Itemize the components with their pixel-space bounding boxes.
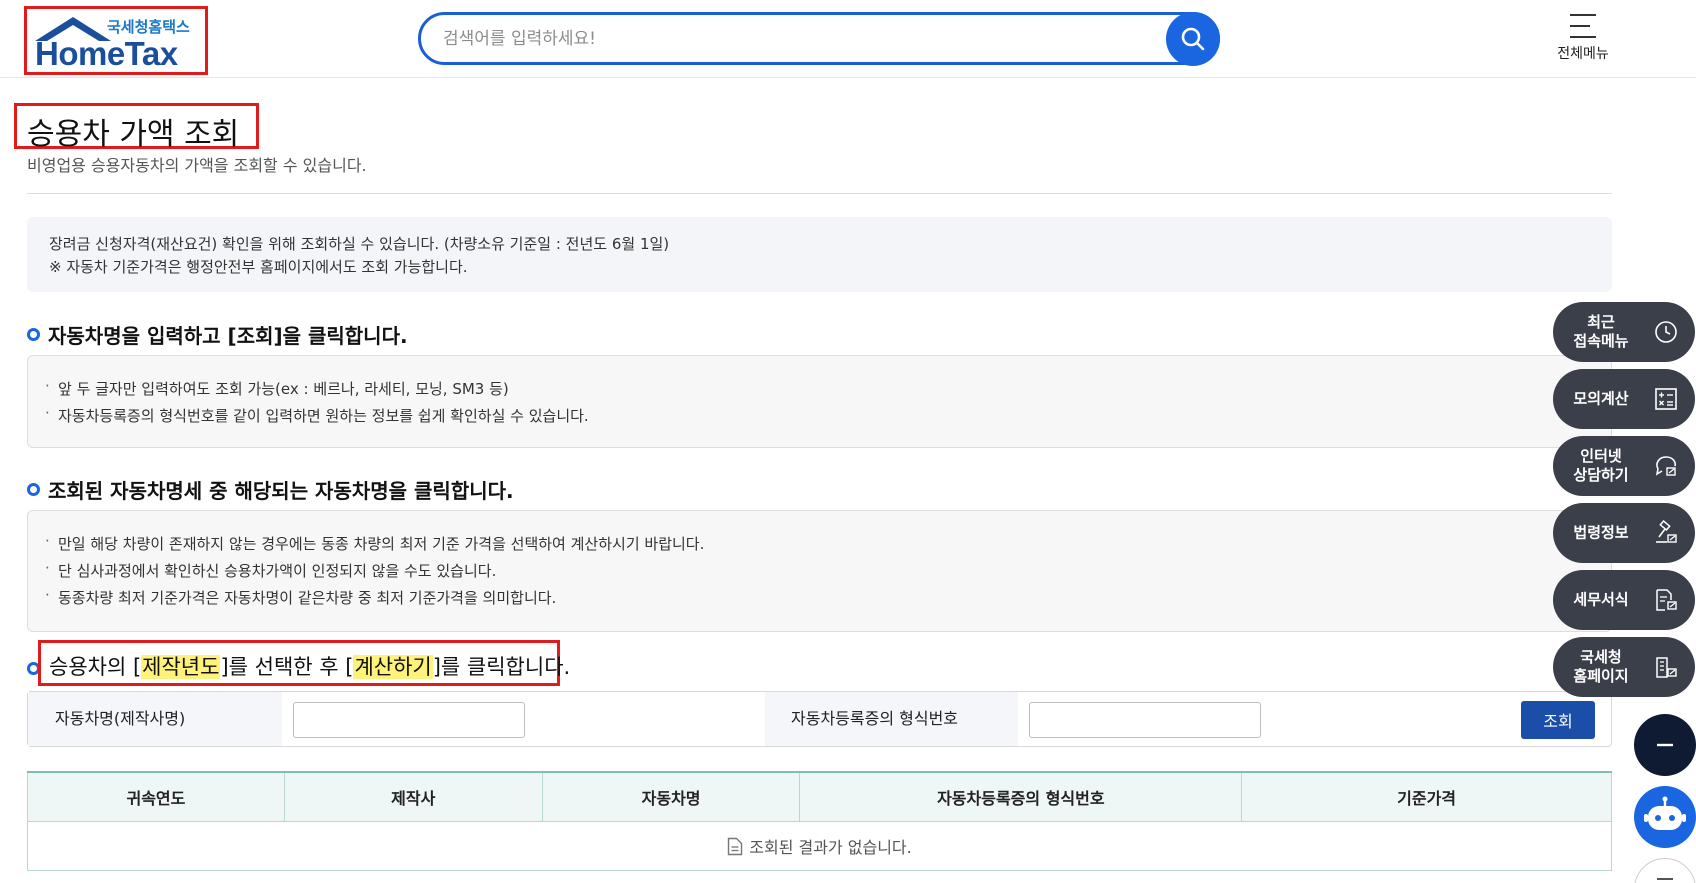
column-header-type-number: 자동차등록증의 형식번호 [799,771,1243,822]
car-search-form: 자동차명(제작사명) 자동차등록증의 형식번호 조회 [27,691,1612,747]
quick-label-line1: 최근 [1587,313,1615,331]
search-input[interactable] [443,15,1143,62]
step3-text-prefix: 승용차의 [ [49,655,142,679]
page-description: 비영업용 승용자동차의 가액을 조회할 수 있습니다. [27,156,367,175]
logo-subtitle: 국세청홈택스 [107,18,190,36]
quick-law-info-button[interactable]: 법령정보 [1553,503,1695,563]
quick-tax-forms-button[interactable]: 세무서식 [1553,570,1695,630]
empty-result-cell: 조회된 결과가 없습니다. [27,820,1612,871]
quick-label-line1: 국세청 [1580,648,1622,666]
chatbot-button[interactable] [1634,786,1696,848]
bullet-circle-icon [27,328,40,341]
step3-text-suffix: ]를 클릭합니다. [432,655,571,679]
step3-text-middle: ]를 선택한 후 [ [220,655,354,679]
search-bar [418,12,1220,65]
header: 국세청홈택스 HomeTax 전체메뉴 [0,0,1696,78]
document-icon [728,837,743,855]
quick-label: 국세청 홈페이지 [1553,648,1649,686]
table-empty-row: 조회된 결과가 없습니다. [27,820,1612,871]
minus-icon [1657,743,1673,747]
column-header-car-name: 자동차명 [541,771,801,822]
hometax-logo[interactable]: 국세청홈택스 HomeTax [24,6,208,75]
page-title: 승용차 가액 조회 [27,117,240,152]
table-header-row: 귀속연도 제작사 자동차명 자동차등록증의 형식번호 기준가격 [27,771,1612,822]
full-menu-label: 전체메뉴 [1557,46,1609,62]
result-table: 귀속연도 제작사 자동차명 자동차등록증의 형식번호 기준가격 조회된 결과가 … [27,771,1612,871]
guide-item: 자동차등록증의 형식번호를 같이 입력하면 원하는 정보를 쉽게 확인하실 수 … [45,404,589,426]
hamburger-icon [1570,14,1596,38]
quick-label-line1: 모의계산 [1573,389,1629,408]
chatbot-icon [1644,796,1686,830]
info-line-1: 장려금 신청자격(재산요건) 확인을 위해 조회하실 수 있습니다. (차량소유… [49,235,670,253]
page-title-box: 승용차 가액 조회 [14,103,259,152]
quick-mock-calc-button[interactable]: 모의계산 [1553,369,1695,429]
column-header-maker: 제작사 [283,771,543,822]
quick-label-line2: 접속메뉴 [1573,332,1629,350]
search-button[interactable] [1166,12,1220,66]
clock-icon [1655,321,1677,343]
quick-nts-homepage-button[interactable]: 국세청 홈페이지 [1553,637,1695,697]
type-number-label: 자동차등록증의 형식번호 [765,692,1018,746]
search-submit-button[interactable]: 조회 [1521,701,1595,739]
column-header-year: 귀속연도 [27,771,285,822]
step2-heading: 조회된 자동차명세 중 해당되는 자동차명을 클릭합니다. [27,475,514,504]
quick-label: 세무서식 [1553,591,1649,610]
title-divider [27,193,1612,194]
guide-item-text: 앞 두 글자만 입력하여도 조회 가능(ex : 베르나, 라세티, 모닝, S… [58,380,509,398]
highlight-calculate: 계산하기 [353,655,433,679]
quick-label: 인터넷 상담하기 [1553,447,1649,485]
quick-label: 최근 접속메뉴 [1553,313,1649,351]
car-name-input[interactable] [293,702,525,738]
step1-heading-text: 자동차명을 입력하고 [조회]을 클릭합니다. [48,324,408,348]
search-icon [1181,27,1205,51]
guide-item-text: 자동차등록증의 형식번호를 같이 입력하면 원하는 정보를 쉽게 확인하실 수 … [58,407,589,425]
document-icon [1656,589,1677,611]
quick-label-line1: 법령정보 [1573,523,1629,542]
info-box: 장려금 신청자격(재산요건) 확인을 위해 조회하실 수 있습니다. (차량소유… [27,217,1612,292]
guide-item-text: 단 심사과정에서 확인하신 승용차가액이 인정되지 않을 수도 있습니다. [58,562,497,580]
guide-item: 앞 두 글자만 입력하여도 조회 가능(ex : 베르나, 라세티, 모닝, S… [45,377,509,399]
step1-guide-box: 앞 두 글자만 입력하여도 조회 가능(ex : 베르나, 라세티, 모닝, S… [27,355,1612,448]
building-icon [1656,657,1677,678]
quick-label-line2: 상담하기 [1573,466,1629,484]
bullet-circle-icon [27,483,40,496]
quick-internet-consult-button[interactable]: 인터넷 상담하기 [1553,436,1695,496]
step3-heading-box: 승용차의 [제작년도]를 선택한 후 [계산하기]를 클릭합니다. [38,640,570,686]
step3-heading: 승용차의 [제작년도]를 선택한 후 [계산하기]를 클릭합니다. [49,651,570,681]
empty-result-message: 조회된 결과가 없습니다. [749,837,912,857]
guide-item: 동종차량 최저 기준가격은 자동차명이 같은차량 중 최저 기준가격을 의미합니… [45,586,557,608]
column-header-base-price: 기준가격 [1241,771,1612,822]
guide-item: 단 심사과정에서 확인하신 승용차가액이 인정되지 않을 수도 있습니다. [45,559,497,581]
info-line-2: ※ 자동차 기준가격은 행정안전부 홈페이지에서도 조회 가능합니다. [49,258,468,276]
calculator-icon [1655,388,1677,410]
collapse-quick-menu-button[interactable] [1634,714,1696,776]
guide-item-text: 동종차량 최저 기준가격은 자동차명이 같은차량 중 최저 기준가격을 의미합니… [58,589,557,607]
gavel-icon [1656,520,1677,543]
scroll-top-button[interactable] [1634,858,1696,883]
chat-icon [1655,456,1676,476]
step2-heading-text: 조회된 자동차명세 중 해당되는 자동차명을 클릭합니다. [48,479,514,503]
car-name-label: 자동차명(제작사명) [28,692,282,746]
full-menu-button[interactable]: 전체메뉴 [1548,12,1618,68]
type-number-input[interactable] [1029,702,1261,738]
highlight-year: 제작년도 [141,655,221,679]
minus-icon [1657,878,1673,880]
quick-label-line2: 홈페이지 [1573,667,1629,685]
quick-label: 법령정보 [1553,524,1649,543]
quick-recent-menu-button[interactable]: 최근 접속메뉴 [1553,302,1695,362]
quick-label-line1: 세무서식 [1573,590,1629,609]
step2-guide-box: 만일 해당 차량이 존재하지 않는 경우에는 동종 차량의 최저 기준 가격을 … [27,510,1612,632]
step1-heading: 자동차명을 입력하고 [조회]을 클릭합니다. [27,320,408,349]
logo-title: HomeTax [35,35,178,72]
quick-label: 모의계산 [1553,390,1649,409]
quick-label-line1: 인터넷 [1580,447,1622,465]
guide-item: 만일 해당 차량이 존재하지 않는 경우에는 동종 차량의 최저 기준 가격을 … [45,532,705,554]
guide-item-text: 만일 해당 차량이 존재하지 않는 경우에는 동종 차량의 최저 기준 가격을 … [58,535,705,553]
